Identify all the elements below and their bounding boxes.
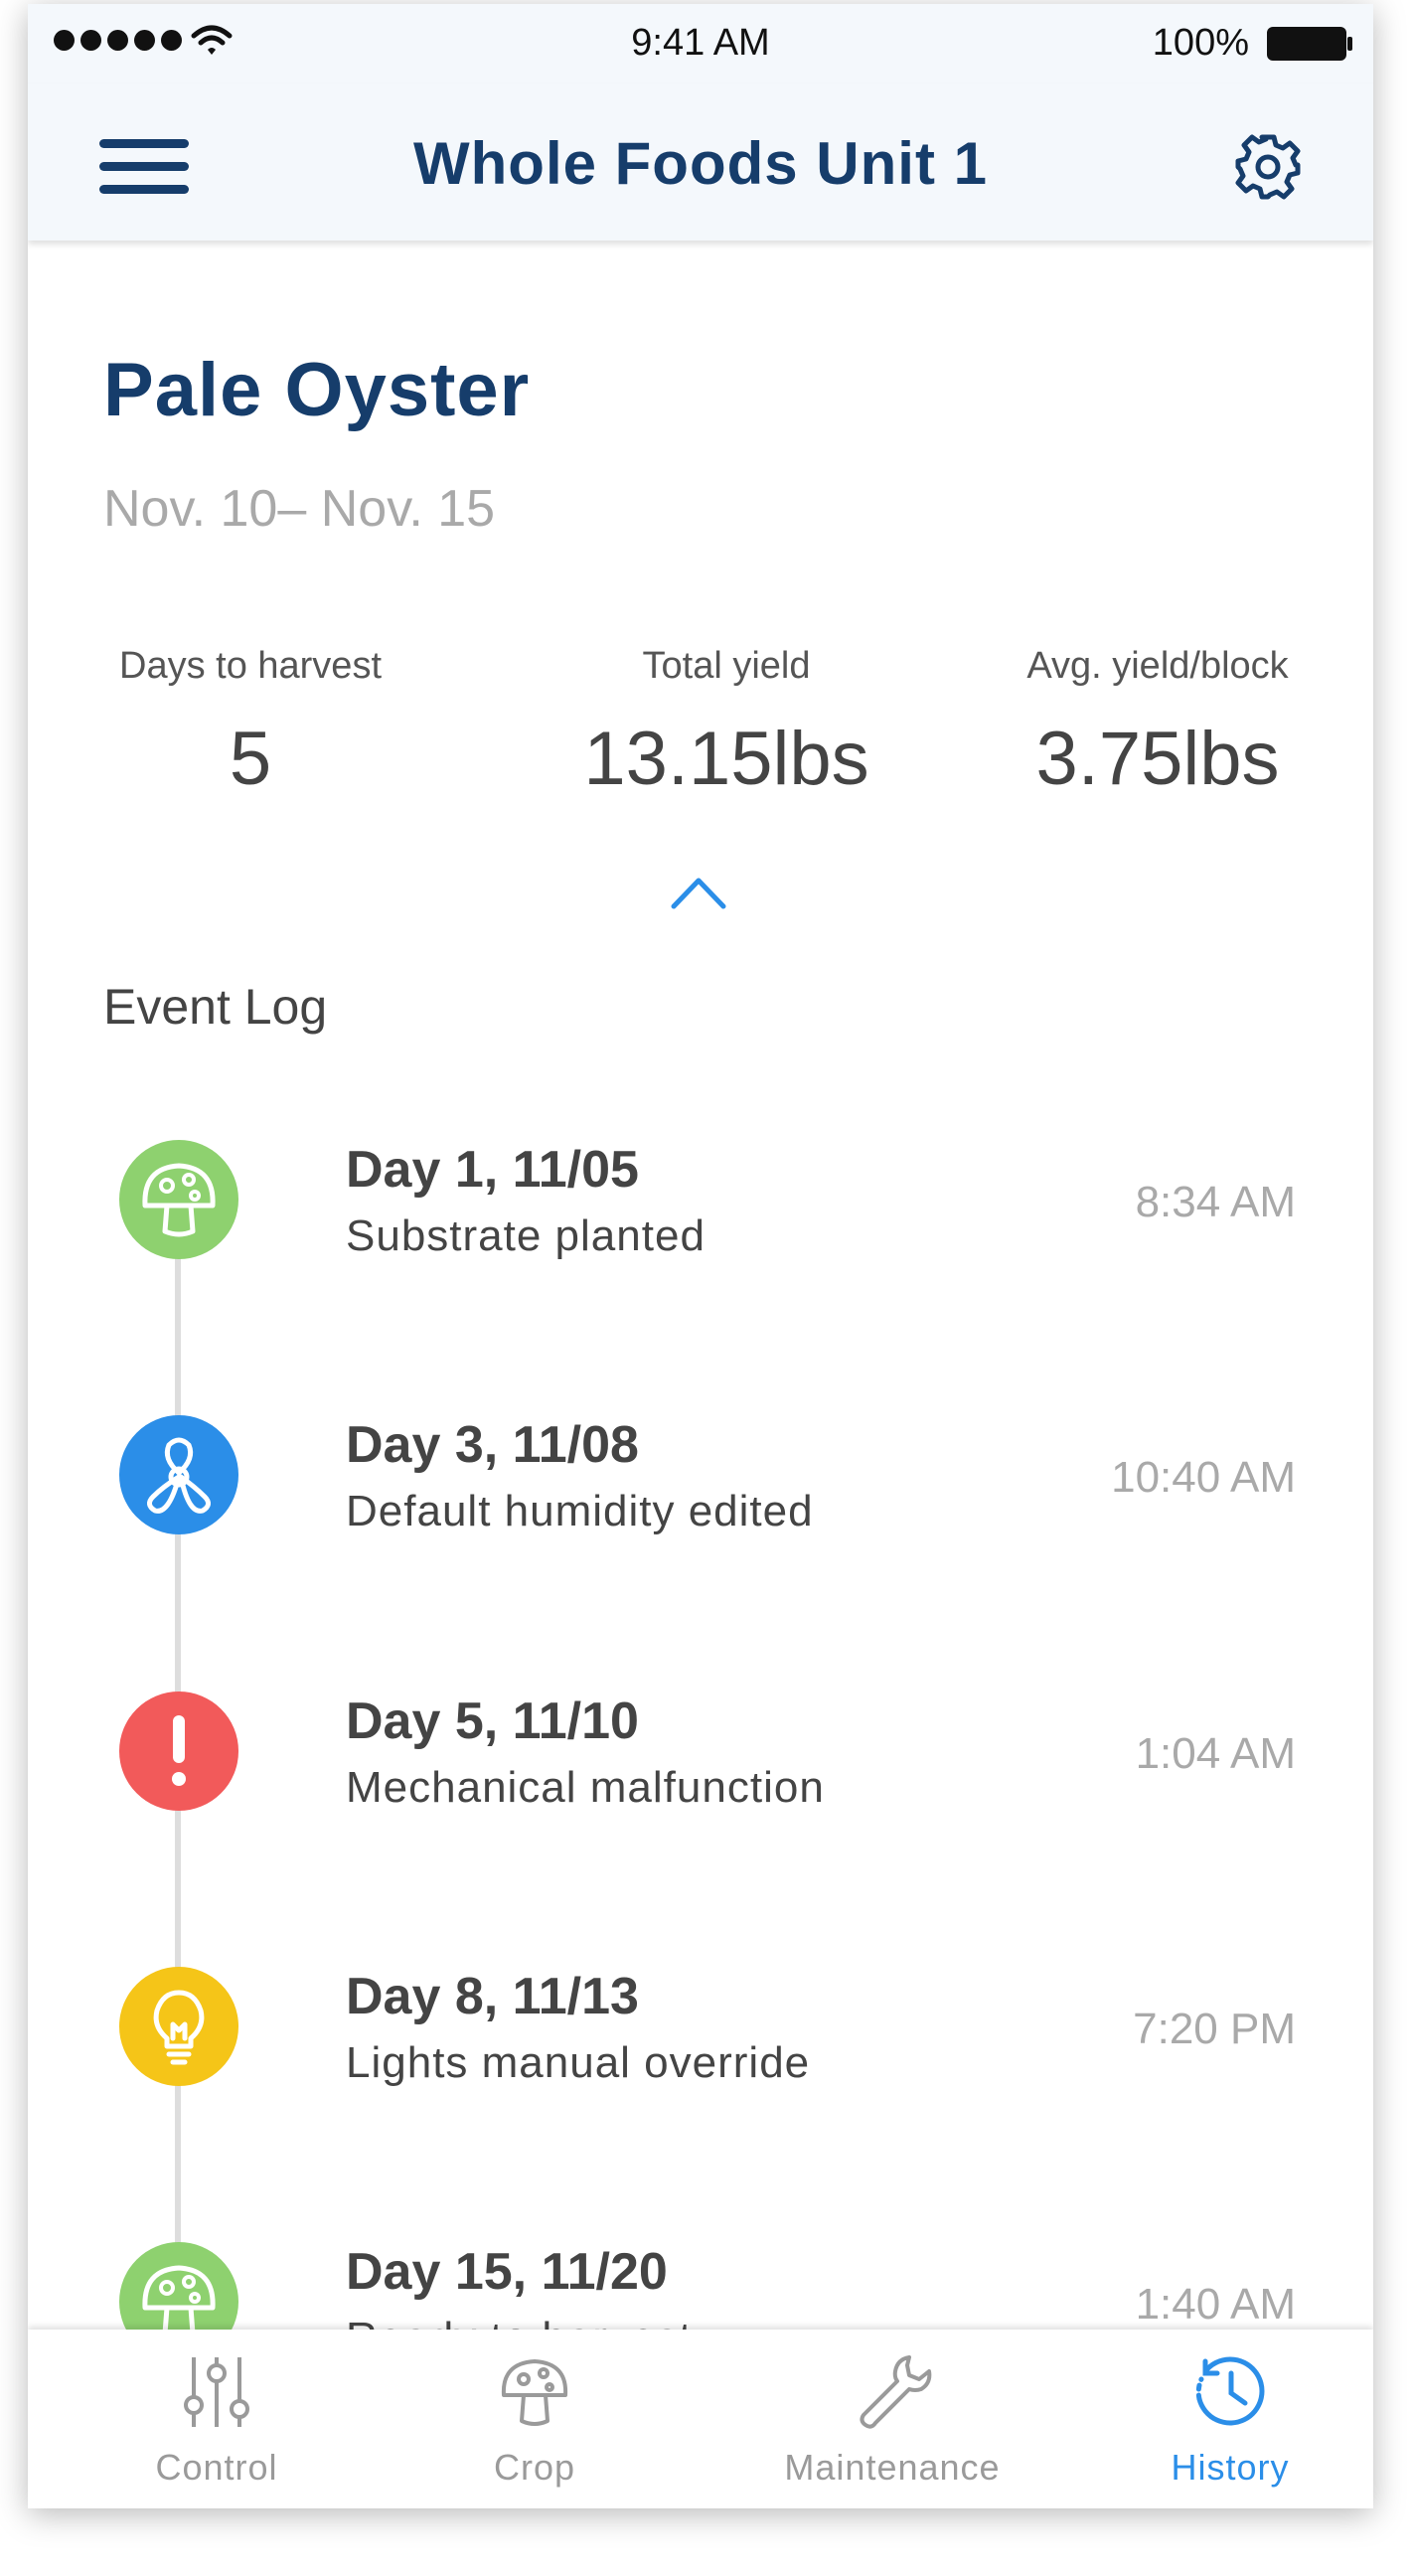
mushroom-icon	[119, 1140, 238, 1259]
stat-label: Days to harvest	[119, 645, 382, 687]
event-description: Default humidity edited	[346, 1487, 814, 1535]
alert-icon	[119, 1691, 238, 1811]
sliders-icon	[184, 2357, 249, 2427]
event-row[interactable]: Day 1, 11/05 Substrate planted 8:34 AM	[28, 1140, 1373, 1319]
event-day: Day 1, 11/05	[346, 1141, 639, 1199]
stat-value: 3.75lbs	[1035, 717, 1280, 801]
stat-value: 13.15lbs	[583, 717, 869, 801]
stat-label: Total yield	[642, 645, 811, 687]
tab-maintenance[interactable]: Maintenance	[743, 2330, 1041, 2508]
event-day: Day 5, 11/10	[346, 1692, 639, 1750]
mushroom-icon	[501, 2359, 568, 2426]
status-bar: 9:41 AM 100%	[28, 4, 1373, 83]
tab-label: Crop	[493, 2447, 576, 2488]
event-time: 1:04 AM	[1135, 1729, 1296, 1778]
tab-label: Maintenance	[784, 2447, 1001, 2488]
gear-icon[interactable]	[1232, 131, 1304, 203]
event-row[interactable]: Day 3, 11/08 Default humidity edited 10:…	[28, 1415, 1373, 1594]
fan-icon	[119, 1415, 238, 1534]
crop-date-range: Nov. 10– Nov. 15	[103, 480, 496, 538]
crop-name: Pale Oyster	[103, 348, 531, 432]
chevron-up-icon[interactable]	[670, 875, 727, 910]
tab-control[interactable]: Control	[87, 2330, 346, 2508]
nav-bar: Whole Foods Unit 1	[28, 83, 1373, 241]
lightbulb-icon	[119, 1967, 238, 2086]
stat-total-yield: Total yield 13.15lbs	[545, 645, 908, 802]
phone-screen: 9:41 AM 100% Whole Foods Unit 1 Pale Oys…	[28, 4, 1373, 2508]
tab-label: History	[1171, 2447, 1290, 2488]
stat-avg-yield-per-block: Avg. yield/block 3.75lbs	[998, 645, 1318, 802]
event-day: Day 8, 11/13	[346, 1968, 639, 2025]
tab-history[interactable]: History	[1101, 2330, 1359, 2508]
history-clock-icon	[1195, 2356, 1265, 2426]
wrench-icon	[860, 2355, 932, 2429]
event-day: Day 3, 11/08	[346, 1416, 639, 1474]
battery-percentage: 100%	[1152, 22, 1249, 64]
event-description: Lights manual override	[346, 2038, 811, 2087]
tab-label: Control	[155, 2447, 278, 2488]
tab-crop[interactable]: Crop	[405, 2330, 664, 2508]
event-time: 1:40 AM	[1135, 2280, 1296, 2329]
event-row[interactable]: Day 8, 11/13 Lights manual override 7:20…	[28, 1967, 1373, 2146]
event-time: 10:40 AM	[1111, 1453, 1296, 1502]
page-title: Whole Foods Unit 1	[413, 130, 988, 197]
stat-value: 5	[229, 717, 272, 801]
battery-icon	[1267, 27, 1352, 61]
event-row[interactable]: Day 5, 11/10 Mechanical malfunction 1:04…	[28, 1691, 1373, 1870]
event-description: Substrate planted	[346, 1211, 706, 1260]
event-log-title: Event Log	[103, 979, 328, 1035]
tab-bar: Control Crop Maintenance History	[28, 2330, 1373, 2508]
stat-days-to-harvest: Days to harvest 5	[103, 645, 397, 802]
stat-label: Avg. yield/block	[1026, 645, 1289, 687]
event-time: 7:20 PM	[1133, 2005, 1296, 2053]
event-time: 8:34 AM	[1135, 1178, 1296, 1226]
event-day: Day 15, 11/20	[346, 2243, 668, 2301]
event-description: Mechanical malfunction	[346, 1763, 825, 1812]
